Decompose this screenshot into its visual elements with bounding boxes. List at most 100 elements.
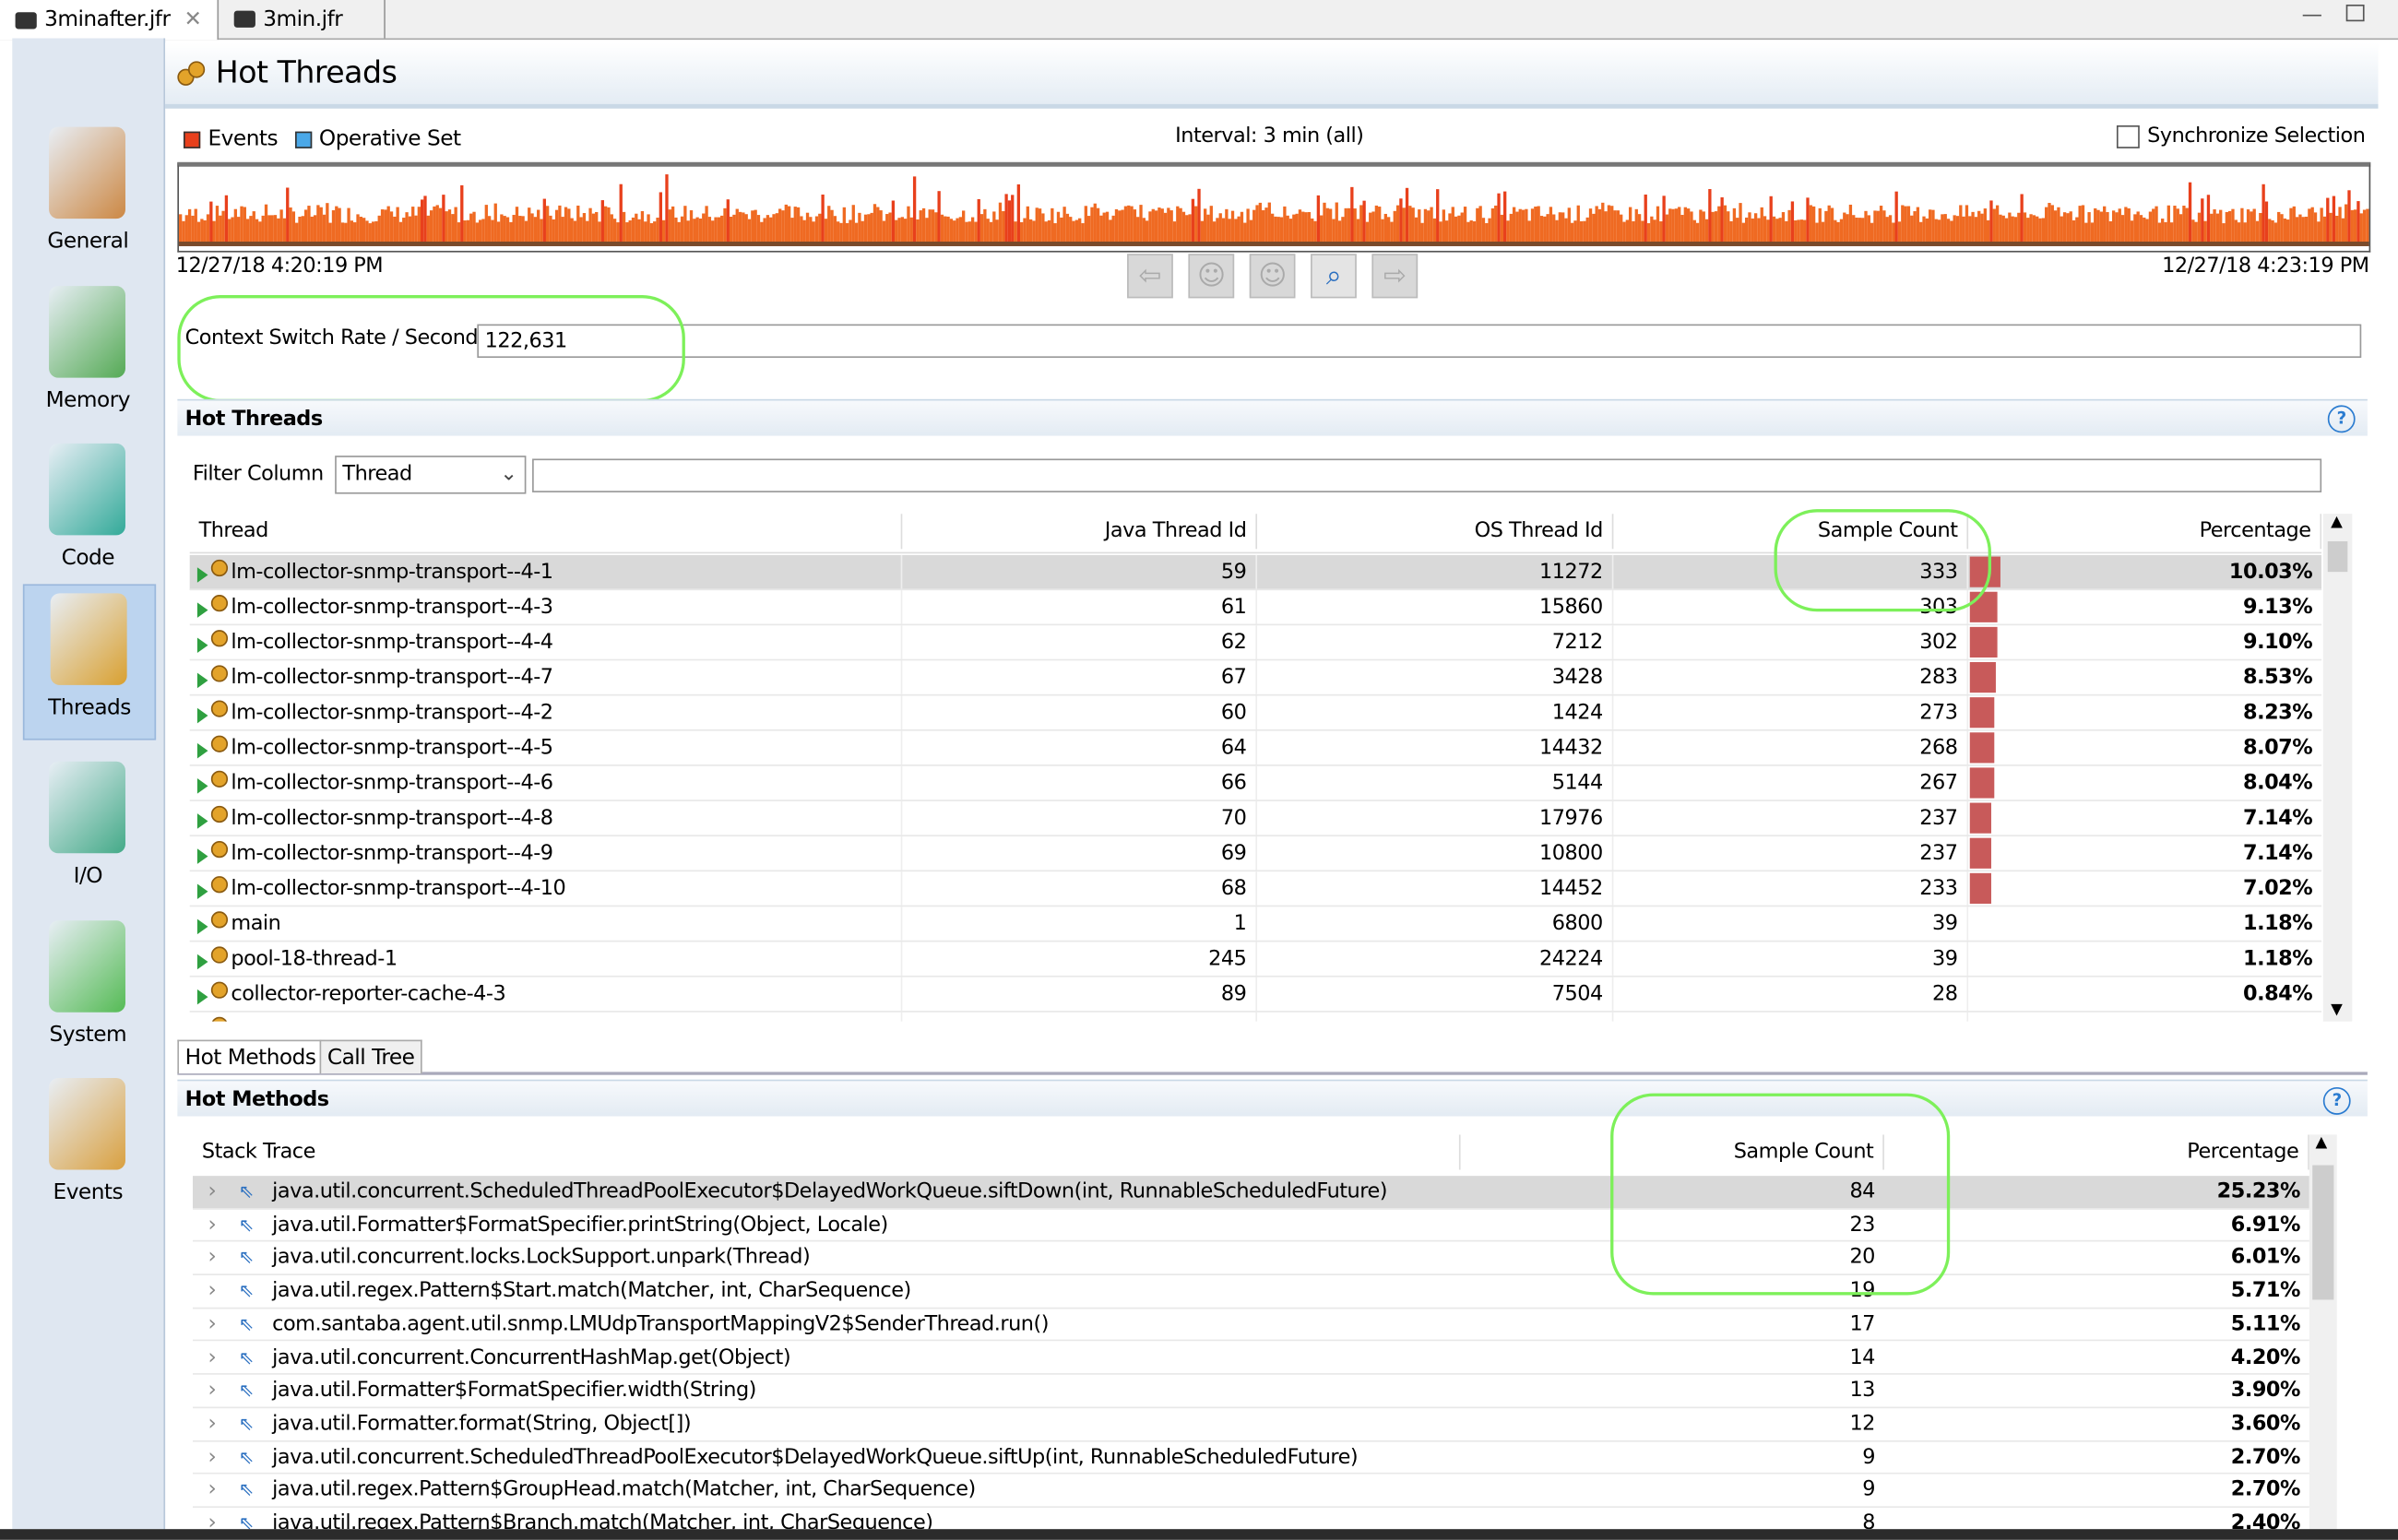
help-icon[interactable]: ? — [2327, 405, 2356, 433]
forward-button[interactable]: ⇨ — [1371, 254, 1419, 299]
tab-hot-methods[interactable]: Hot Methods — [177, 1039, 324, 1074]
event-bar — [1778, 218, 1782, 242]
event-bar — [671, 206, 675, 242]
table-row[interactable]: collector-reporter-cache-4-3 89 7504 28 0.84… — [189, 977, 2322, 1013]
table-row[interactable]: › ⇖ java.util.concurrent.ScheduledThreadPo… — [192, 1176, 2309, 1210]
file-tab-3minafter[interactable]: 3minafter.jfr ✕ — [0, 0, 220, 41]
table-row[interactable]: › ⇖ java.util.Formatter$FormatSpecifier.wi… — [192, 1375, 2309, 1408]
event-bar — [1476, 207, 1479, 242]
event-bar — [1543, 216, 1547, 242]
hot-methods-scrollbar[interactable]: ▲ — [2309, 1134, 2337, 1530]
event-bar — [1007, 200, 1012, 242]
column-header-stack-trace[interactable]: Stack Trace — [193, 1134, 1461, 1170]
event-bar — [1806, 197, 1810, 242]
file-tab-3min[interactable]: 3min.jfr — [219, 0, 386, 39]
table-row[interactable] — [190, 1012, 2322, 1022]
table-row[interactable]: › ⇖ java.util.concurrent.ScheduledThreadPo… — [192, 1441, 2309, 1475]
event-bar — [2062, 212, 2067, 242]
event-bar — [867, 214, 871, 242]
cell-thread: collector-reporter-cache-4-3 — [190, 977, 903, 1012]
table-row[interactable]: lm-collector-snmp-transport--4-10 68 14452… — [189, 871, 2322, 907]
event-bar — [1846, 214, 1849, 242]
event-bar — [2157, 222, 2162, 242]
event-bar — [261, 215, 265, 242]
maximize-icon[interactable] — [2345, 4, 2365, 22]
column-header-os-thread-id[interactable]: OS Thread Id — [1257, 514, 1614, 550]
event-bar — [1313, 220, 1317, 242]
sidebar-item-label: General — [47, 229, 129, 255]
event-bar — [209, 201, 213, 242]
event-bar — [1992, 208, 1996, 242]
event-bar — [845, 222, 849, 242]
event-bar — [1839, 219, 1844, 242]
event-bar — [1546, 214, 1549, 242]
cell-percentage: 1.18% — [2243, 911, 2313, 936]
table-row[interactable]: lm-collector-snmp-transport--4-6 66 5144 26… — [189, 765, 2322, 801]
hot-threads-scrollbar[interactable]: ▲ ▼ — [2322, 514, 2353, 1022]
synchronize-selection-checkbox[interactable]: Synchronize Selection — [2116, 124, 2366, 148]
table-row[interactable]: › ⇖ java.util.concurrent.ConcurrentHashMap… — [192, 1342, 2309, 1376]
sidebar-item-events[interactable]: Events — [23, 1071, 153, 1224]
event-bar — [2322, 216, 2327, 242]
minimize-icon[interactable]: — — [2302, 3, 2322, 28]
events-timeline-chart[interactable] — [177, 161, 2371, 253]
table-row[interactable]: lm-collector-snmp-transport--4-8 70 17976 2… — [189, 800, 2322, 837]
sidebar-item-code[interactable]: Code — [23, 436, 153, 589]
event-bar — [698, 218, 703, 242]
event-bar — [2259, 212, 2262, 242]
filter-text-input[interactable] — [532, 458, 2322, 492]
divider — [177, 1072, 2368, 1075]
back-button[interactable]: ⇦ — [1127, 254, 1173, 299]
table-row[interactable]: lm-collector-snmp-transport--4-2 60 1424 27… — [189, 695, 2322, 731]
table-row[interactable]: pool-18-thread-1 245 24224 39 1.18% — [189, 942, 2322, 977]
event-bar — [1692, 219, 1696, 242]
column-header-thread[interactable]: Thread — [190, 514, 903, 550]
help-icon[interactable]: ? — [2322, 1086, 2351, 1115]
sidebar-item-memory[interactable]: Memory — [23, 278, 153, 432]
table-row[interactable]: › ⇖ java.util.regex.Pattern$Branch.match(M… — [193, 1508, 2309, 1529]
table-row[interactable]: › ⇖ com.santaba.agent.util.snmp.LMUdpTrans… — [192, 1309, 2309, 1343]
event-bar — [931, 209, 935, 242]
table-row[interactable]: › ⇖ java.util.Formatter$FormatSpecifier.pr… — [192, 1209, 2309, 1243]
table-row[interactable]: lm-collector-snmp-transport--4-7 67 3428 28… — [189, 660, 2322, 696]
zoom-search-button[interactable]: ⌕ — [1311, 254, 1357, 299]
table-row[interactable]: lm-collector-snmp-transport--4-9 69 10800 2… — [189, 836, 2322, 872]
zoom-in-range-button[interactable]: ☺ — [1249, 254, 1296, 299]
context-switch-value-field[interactable]: 122,631 — [477, 324, 2362, 359]
table-row[interactable]: lm-collector-snmp-transport--4-4 62 7212 30… — [189, 625, 2322, 661]
table-row[interactable]: › ⇖ java.util.regex.Pattern$GroupHead.matc… — [192, 1475, 2309, 1508]
close-icon[interactable]: ✕ — [184, 7, 201, 32]
table-row[interactable]: lm-collector-snmp-transport--4-1 59 11272 3… — [189, 554, 2322, 591]
table-row[interactable]: › ⇖ java.util.concurrent.locks.LockSupport… — [192, 1242, 2309, 1276]
event-bar — [1154, 210, 1158, 242]
table-row[interactable]: › ⇖ java.util.Formatter.format(String, Obj… — [192, 1408, 2309, 1441]
sidebar-item-general[interactable]: General — [23, 119, 153, 272]
zoom-out-button[interactable]: ☺ — [1188, 254, 1235, 299]
event-bar — [1941, 214, 1944, 242]
event-bar — [830, 209, 834, 242]
table-row[interactable]: lm-collector-snmp-transport--4-3 61 15860 3… — [189, 590, 2322, 626]
event-bar — [695, 217, 699, 242]
tab-call-tree[interactable]: Call Tree — [319, 1039, 422, 1074]
event-bar — [2255, 220, 2260, 242]
table-row[interactable]: main 1 6800 39 1.18% — [189, 906, 2322, 942]
sidebar-item-io[interactable]: I/O — [23, 753, 153, 906]
event-bar — [243, 207, 246, 242]
event-bar — [1246, 208, 1250, 242]
event-bar — [1870, 222, 1874, 242]
column-header-percentage[interactable]: Percentage — [1968, 514, 2322, 550]
column-header-java-thread-id[interactable]: Java Thread Id — [902, 514, 1258, 550]
cell-stack-trace: java.util.Formatter.format(String, Objec… — [272, 1411, 692, 1436]
filter-column-select[interactable]: Thread ⌄ — [335, 456, 527, 494]
table-row[interactable]: › ⇖ java.util.regex.Pattern$Start.match(Ma… — [192, 1275, 2309, 1309]
event-bar — [1369, 212, 1372, 242]
event-bar — [1613, 210, 1617, 242]
sidebar-item-system[interactable]: System — [23, 913, 153, 1066]
sidebar-item-threads[interactable]: Threads — [22, 584, 157, 740]
event-bar — [1989, 200, 1993, 242]
event-bar — [1855, 217, 1858, 242]
event-bar — [1485, 222, 1489, 242]
cell-sample-count: 273 — [1613, 695, 1969, 729]
cell-percentage: 5.71% — [2230, 1278, 2301, 1303]
table-row[interactable]: lm-collector-snmp-transport--4-5 64 14432 2… — [189, 730, 2322, 766]
